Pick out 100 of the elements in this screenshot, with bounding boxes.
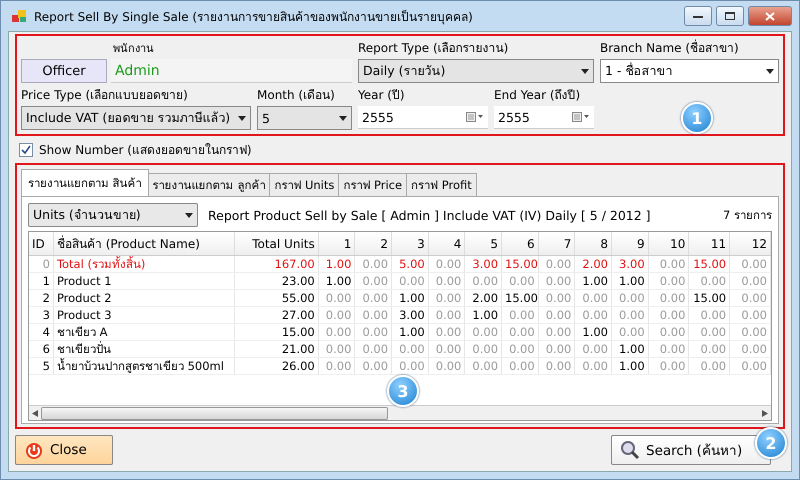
checkbox[interactable] bbox=[19, 142, 33, 156]
table-cell: 15.00 bbox=[502, 256, 538, 272]
table-cell: 0.00 bbox=[730, 256, 770, 272]
table-cell: 15.00 bbox=[502, 290, 538, 306]
table-cell: 0.00 bbox=[648, 306, 689, 324]
table-cell: 0.00 bbox=[648, 324, 689, 340]
table-cell: Product 1 bbox=[53, 272, 235, 290]
table-cell: 0.00 bbox=[538, 256, 575, 272]
table-cell: 0.00 bbox=[392, 358, 428, 374]
column-header[interactable]: 12 bbox=[730, 232, 770, 256]
table-cell: 0.00 bbox=[538, 290, 575, 306]
table-cell: 26.00 bbox=[234, 358, 318, 374]
table-cell: 0.00 bbox=[354, 324, 392, 340]
table-cell: 0.00 bbox=[392, 340, 428, 358]
column-header[interactable]: ชื่อสินค้า (Product Name) bbox=[53, 232, 235, 256]
table-cell: 0.00 bbox=[464, 358, 502, 374]
table-cell: 0.00 bbox=[428, 358, 465, 374]
table-cell: 0.00 bbox=[688, 324, 730, 340]
table-cell: 0.00 bbox=[428, 272, 465, 290]
scroll-left-icon[interactable] bbox=[32, 410, 38, 416]
table-cell: 0.00 bbox=[688, 272, 730, 290]
table-cell: 3.00 bbox=[464, 256, 502, 272]
table-cell: 0.00 bbox=[538, 324, 575, 340]
table-cell: 0.00 bbox=[428, 340, 465, 358]
table-cell: 0.00 bbox=[648, 290, 689, 306]
dropdown[interactable]: 5 bbox=[257, 106, 352, 130]
table-cell: 0.00 bbox=[428, 256, 465, 272]
table-cell: 0.00 bbox=[354, 290, 392, 306]
table-cell: 0.00 bbox=[502, 324, 538, 340]
table-cell: 0.00 bbox=[688, 358, 730, 374]
year-field[interactable]: 2555 bbox=[358, 106, 488, 129]
table-cell: 0.00 bbox=[354, 256, 392, 272]
dropdown[interactable]: Daily (รายวัน) bbox=[358, 59, 594, 83]
tab[interactable]: กราฟ Units bbox=[269, 173, 340, 196]
table-cell: น้ำยาบ้วนปากสูตรชาเขียว 500ml bbox=[53, 358, 235, 374]
table-cell: 0.00 bbox=[574, 290, 612, 306]
table-cell: 1.00 bbox=[574, 324, 612, 340]
table-cell: 3.00 bbox=[612, 256, 648, 272]
callout-badge: 3 bbox=[387, 375, 419, 407]
maximize-button[interactable] bbox=[716, 6, 744, 26]
table-cell: 0.00 bbox=[502, 306, 538, 324]
table-cell: 0.00 bbox=[648, 340, 689, 358]
column-header[interactable]: 8 bbox=[574, 232, 612, 256]
table-cell: 5 bbox=[29, 358, 54, 374]
table-cell: 0.00 bbox=[730, 306, 770, 324]
column-header[interactable]: ID bbox=[29, 232, 54, 256]
table-cell: 0.00 bbox=[574, 358, 612, 374]
close-icon[interactable] bbox=[748, 6, 792, 26]
column-header[interactable]: 3 bbox=[392, 232, 428, 256]
table-cell: 0.00 bbox=[538, 306, 575, 324]
report-type-label: Report Type (เลือกรายงาน) bbox=[358, 40, 510, 57]
table-cell: 2.00 bbox=[574, 256, 612, 272]
table-cell: 0.00 bbox=[648, 272, 689, 290]
calendar-icon[interactable] bbox=[466, 112, 484, 122]
tab[interactable]: กราฟ Price bbox=[338, 173, 408, 196]
table-cell: 0.00 bbox=[730, 358, 770, 374]
table-cell: 0.00 bbox=[730, 340, 770, 358]
table-cell: 0.00 bbox=[428, 306, 465, 324]
table-cell: 1.00 bbox=[392, 290, 428, 306]
column-header[interactable]: 7 bbox=[538, 232, 575, 256]
end-year-field[interactable]: 2555 bbox=[494, 106, 594, 129]
branch-label: Branch Name (ชื่อสาขา) bbox=[600, 38, 740, 57]
table-cell: 0.00 bbox=[538, 272, 575, 290]
officer-button[interactable]: Officer bbox=[21, 59, 107, 83]
dropdown[interactable]: Units (จำนวนขาย) bbox=[28, 203, 198, 227]
table-cell: 0.00 bbox=[354, 340, 392, 358]
tab[interactable]: กราฟ Profit bbox=[406, 173, 477, 196]
column-header[interactable]: 9 bbox=[612, 232, 648, 256]
table-cell: ชาเขียว A bbox=[53, 324, 235, 340]
column-header[interactable]: 11 bbox=[688, 232, 730, 256]
table-cell: 167.00 bbox=[234, 256, 318, 272]
horizontal-scrollbar[interactable] bbox=[29, 405, 771, 420]
close-button[interactable]: Close bbox=[15, 435, 113, 465]
column-header[interactable]: Total Units bbox=[234, 232, 318, 256]
table-cell: 2 bbox=[29, 290, 54, 306]
table-cell: 0.00 bbox=[648, 358, 689, 374]
scroll-right-icon[interactable] bbox=[762, 410, 768, 416]
column-header[interactable]: 6 bbox=[502, 232, 538, 256]
column-header[interactable]: 2 bbox=[354, 232, 392, 256]
minimize-button[interactable] bbox=[684, 6, 712, 26]
column-header[interactable]: 4 bbox=[428, 232, 465, 256]
table-cell: 0.00 bbox=[502, 340, 538, 358]
dropdown[interactable]: 1 - ชื่อสาขา bbox=[600, 59, 779, 83]
table-cell: 1.00 bbox=[612, 340, 648, 358]
column-header[interactable]: 1 bbox=[318, 232, 355, 256]
table-cell: 0.00 bbox=[612, 290, 648, 306]
table-cell: 1.00 bbox=[318, 256, 355, 272]
tab[interactable]: รายงานแยกตาม สินค้า bbox=[21, 169, 149, 196]
table-cell: 0.00 bbox=[318, 290, 355, 306]
column-header[interactable]: 10 bbox=[648, 232, 689, 256]
table-cell: 0.00 bbox=[538, 358, 575, 374]
table-cell: 1.00 bbox=[612, 358, 648, 374]
table-cell: 0.00 bbox=[612, 306, 648, 324]
dropdown-arrow-icon bbox=[185, 212, 193, 218]
calendar-icon[interactable] bbox=[572, 112, 590, 122]
dropdown[interactable]: Include VAT (ยอดขาย รวมภาษีแล้ว) bbox=[21, 106, 251, 130]
power-icon bbox=[24, 440, 44, 460]
table-cell: 0.00 bbox=[318, 324, 355, 340]
tab[interactable]: รายงานแยกตาม ลูกค้า bbox=[148, 173, 270, 196]
column-header[interactable]: 5 bbox=[464, 232, 502, 256]
